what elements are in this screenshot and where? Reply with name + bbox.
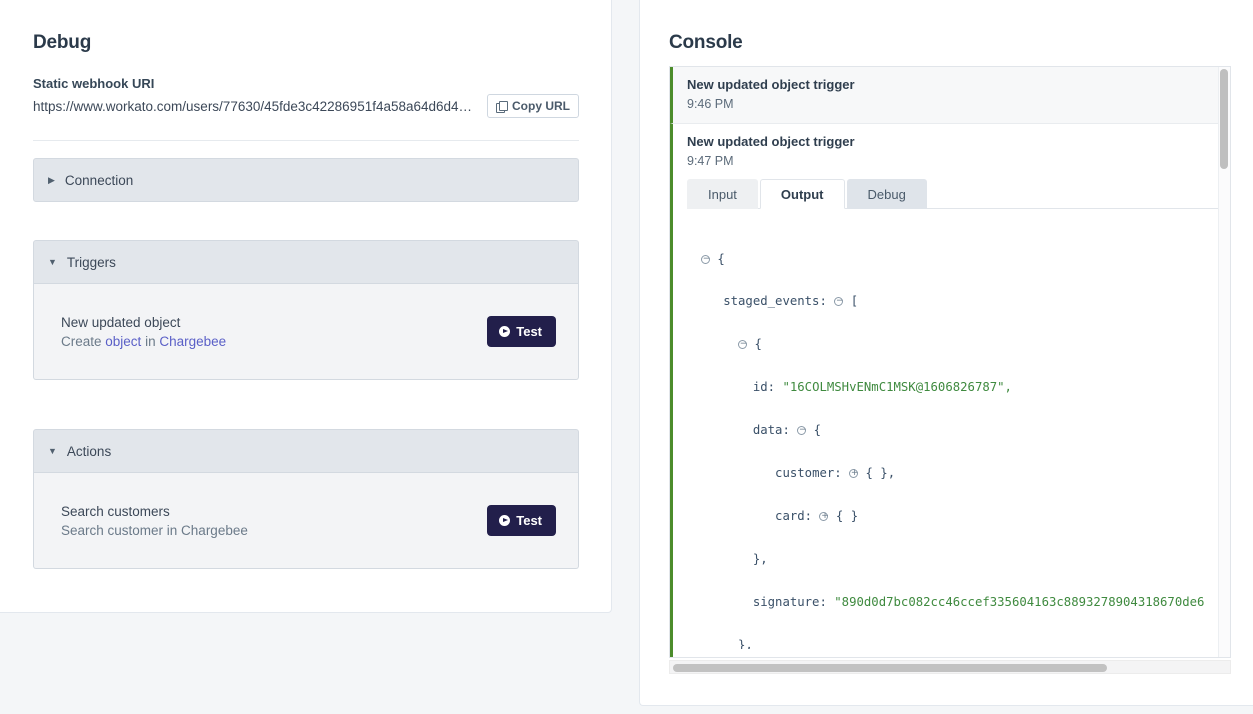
log-entry[interactable]: New updated object trigger 9:47 PM Input… [670, 124, 1230, 658]
log-entry-time: 9:46 PM [687, 97, 1218, 111]
expand-plus-icon[interactable] [849, 469, 858, 478]
trigger-desc-middle: in [141, 334, 159, 349]
trigger-desc-object-link[interactable]: object [105, 334, 141, 349]
json-line-signature: signature: "890d0d7bc082cc46ccef33560416… [701, 595, 1218, 609]
triggers-section-header[interactable]: Triggers [33, 240, 579, 284]
app-root: Debug Static webhook URI https://www.wor… [0, 0, 1253, 714]
console-log-viewport: New updated object trigger 9:46 PM New u… [669, 66, 1231, 658]
console-panel: Console New updated object trigger 9:46 … [639, 0, 1253, 706]
collapse-minus-icon[interactable] [797, 426, 806, 435]
tab-input[interactable]: Input [687, 179, 758, 209]
trigger-desc-app-link[interactable]: Chargebee [159, 334, 226, 349]
actions-section-body: Search customers Search customer in Char… [33, 473, 579, 569]
json-brace-close: }, [753, 552, 768, 566]
trigger-test-button-label: Test [516, 324, 542, 339]
debug-panel-title: Debug [33, 32, 91, 54]
copy-icon [496, 101, 507, 112]
trigger-test-button[interactable]: Test [487, 316, 556, 347]
json-value-card: { } [836, 509, 858, 523]
copy-url-button[interactable]: Copy URL [487, 94, 579, 118]
json-key-signature: signature: [753, 595, 827, 609]
json-line-staged-events[interactable]: staged_events: [ [701, 294, 1218, 308]
output-json-tree[interactable]: { staged_events: [ { id: "16COLMSHvENmC1… [687, 209, 1218, 649]
json-brace: { [754, 337, 761, 351]
actions-section-label: Actions [67, 444, 111, 459]
chevron-down-icon [48, 258, 57, 267]
log-entry-name: New updated object trigger [687, 77, 1218, 92]
console-vertical-scrollbar-thumb[interactable] [1220, 69, 1228, 169]
trigger-item: New updated object Create object in Char… [61, 315, 226, 349]
copy-url-button-label: Copy URL [512, 99, 570, 113]
console-horizontal-scrollbar-thumb[interactable] [673, 664, 1107, 672]
connection-section-header[interactable]: Connection [33, 158, 579, 202]
json-line-object-close: }, [701, 638, 1218, 649]
json-line-data[interactable]: data: { [701, 423, 1218, 437]
log-entry[interactable]: New updated object trigger 9:46 PM [670, 67, 1230, 124]
debug-panel: Debug Static webhook URI https://www.wor… [0, 0, 612, 613]
json-key-card: card: [775, 509, 812, 523]
action-test-button-label: Test [516, 513, 542, 528]
tab-debug[interactable]: Debug [847, 179, 927, 209]
console-horizontal-scrollbar[interactable] [669, 660, 1231, 674]
trigger-desc-prefix: Create [61, 334, 105, 349]
console-panel-title: Console [669, 32, 743, 54]
json-value-customer: { }, [866, 466, 896, 480]
connection-section: Connection [33, 158, 579, 202]
json-line-object-open[interactable]: { [701, 337, 1218, 351]
json-line-card[interactable]: card: { } [701, 509, 1218, 523]
json-brace: { [814, 423, 821, 437]
static-webhook-uri-label: Static webhook URI [33, 76, 154, 91]
json-key-id: id: [753, 380, 775, 394]
json-bracket: [ [851, 294, 858, 308]
chevron-down-icon [48, 447, 57, 456]
connection-section-label: Connection [65, 173, 133, 188]
json-line-customer[interactable]: customer: { }, [701, 466, 1218, 480]
actions-section-header[interactable]: Actions [33, 429, 579, 473]
collapse-minus-icon[interactable] [701, 255, 710, 264]
play-circle-icon [499, 326, 510, 337]
json-value-id: "16COLMSHvENmC1MSK@1606826787", [782, 380, 1012, 394]
header-divider [33, 140, 579, 141]
triggers-section: Triggers New updated object Create objec… [33, 240, 579, 380]
console-vertical-scrollbar[interactable] [1218, 67, 1230, 657]
trigger-item-description: Create object in Chargebee [61, 334, 226, 349]
json-line-data-close: }, [701, 552, 1218, 566]
action-item-name: Search customers [61, 504, 248, 519]
json-key-customer: customer: [775, 466, 842, 480]
json-value-signature: "890d0d7bc082cc46ccef335604163c889327890… [834, 595, 1204, 609]
play-circle-icon [499, 515, 510, 526]
expand-plus-icon[interactable] [819, 512, 828, 521]
log-entry-name: New updated object trigger [687, 134, 1218, 149]
json-key-staged-events: staged_events: [723, 294, 827, 308]
collapse-minus-icon[interactable] [834, 297, 843, 306]
json-root-brace: { [717, 252, 724, 266]
trigger-item-name: New updated object [61, 315, 226, 330]
action-test-button[interactable]: Test [487, 505, 556, 536]
json-line-id: id: "16COLMSHvENmC1MSK@1606826787", [701, 380, 1218, 394]
static-webhook-uri-row: https://www.workato.com/users/77630/45fd… [33, 94, 579, 118]
collapse-minus-icon[interactable] [738, 340, 747, 349]
json-key-data: data: [753, 423, 790, 437]
tab-output[interactable]: Output [760, 179, 845, 209]
triggers-section-label: Triggers [67, 255, 116, 270]
action-item-description: Search customer in Chargebee [61, 523, 248, 538]
log-entry-time: 9:47 PM [687, 154, 1218, 168]
action-item: Search customers Search customer in Char… [61, 504, 248, 538]
chevron-right-icon [48, 176, 55, 185]
json-brace-close: }, [738, 638, 753, 649]
triggers-section-body: New updated object Create object in Char… [33, 284, 579, 380]
log-entry-tabs: Input Output Debug [687, 178, 1218, 209]
actions-section: Actions Search customers Search customer… [33, 429, 579, 569]
json-line-root[interactable]: { [701, 252, 1218, 266]
static-webhook-uri-value: https://www.workato.com/users/77630/45fd… [33, 99, 479, 114]
